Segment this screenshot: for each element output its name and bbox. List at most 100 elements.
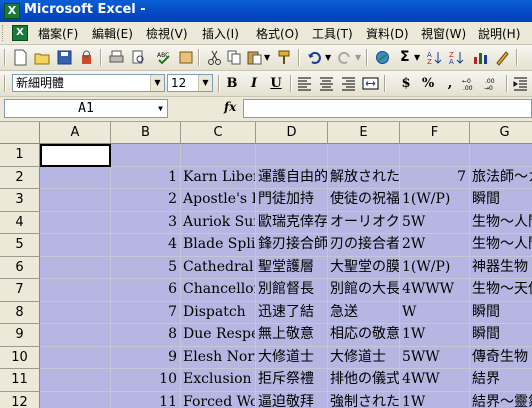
cell-F10[interactable]: 5WW bbox=[400, 346, 470, 369]
undo-dropdown-icon[interactable]: ▼ bbox=[325, 53, 331, 62]
cell-E10[interactable]: 大修道士 bbox=[328, 346, 400, 369]
column-header-G[interactable]: G bbox=[470, 122, 532, 144]
cell-B6[interactable]: 5 bbox=[111, 256, 181, 279]
sort-ascending-icon[interactable]: AZ bbox=[426, 49, 443, 66]
menu-insert[interactable]: 插入(I) bbox=[202, 25, 239, 42]
cell-B9[interactable]: 8 bbox=[111, 324, 181, 347]
spelling-icon[interactable]: ABC bbox=[156, 49, 173, 66]
menu-window[interactable]: 視窗(W) bbox=[421, 25, 466, 42]
cell-G11[interactable]: 結界 bbox=[470, 369, 532, 392]
row-header-4[interactable]: 4 bbox=[0, 211, 40, 234]
cell-A3[interactable] bbox=[40, 189, 111, 212]
font-size-select[interactable]: 12 ▼ bbox=[167, 74, 213, 92]
column-header-E[interactable]: E bbox=[328, 122, 400, 144]
align-center-icon[interactable] bbox=[318, 75, 335, 92]
row-header-1[interactable]: 1 bbox=[0, 144, 40, 167]
cell-B8[interactable]: 7 bbox=[111, 301, 181, 324]
cell-D5[interactable]: 鋒刃接合師 bbox=[256, 234, 328, 257]
cell-D6[interactable]: 聖堂護層 bbox=[256, 256, 328, 279]
cell-A11[interactable] bbox=[40, 369, 111, 392]
new-icon[interactable] bbox=[12, 49, 29, 66]
cell-D10[interactable]: 大修道士 bbox=[256, 346, 328, 369]
cell-A7[interactable] bbox=[40, 279, 111, 302]
cell-B11[interactable]: 10 bbox=[111, 369, 181, 392]
cell-G3[interactable]: 瞬間 bbox=[470, 189, 532, 212]
cell-F6[interactable]: 1(W/P) bbox=[400, 256, 470, 279]
cell-C3[interactable]: Apostle's Blessing bbox=[181, 189, 256, 212]
cell-B2[interactable]: 1 bbox=[111, 166, 181, 189]
cell-G12[interactable]: 結界～靈氣 bbox=[470, 391, 532, 408]
workbook-icon[interactable]: X bbox=[12, 25, 28, 41]
decrease-decimal-icon[interactable]: .00→0 bbox=[484, 75, 501, 92]
cell-E6[interactable]: 大聖堂の膜 bbox=[328, 256, 400, 279]
font-name-select[interactable]: 新細明體 ▼ bbox=[12, 74, 165, 92]
sort-descending-icon[interactable]: ZA bbox=[448, 49, 465, 66]
menu-file[interactable]: 檔案(F) bbox=[38, 25, 78, 42]
cell-D1[interactable] bbox=[256, 144, 328, 167]
column-header-C[interactable]: C bbox=[181, 122, 256, 144]
row-header-11[interactable]: 11 bbox=[0, 369, 40, 392]
cell-F12[interactable]: 1W bbox=[400, 391, 470, 408]
cell-A4[interactable] bbox=[40, 211, 111, 234]
print-preview-icon[interactable] bbox=[130, 49, 147, 66]
cell-E4[interactable]: オーリオクの太陽追い bbox=[328, 211, 400, 234]
cell-G2[interactable]: 旅法師～カーン bbox=[470, 166, 532, 189]
cell-A1[interactable] bbox=[40, 144, 111, 167]
cell-D3[interactable]: 門徒加持 bbox=[256, 189, 328, 212]
copy-icon[interactable] bbox=[226, 49, 243, 66]
insert-function-icon[interactable]: fx bbox=[224, 100, 236, 114]
cell-F2[interactable]: 7 bbox=[400, 166, 470, 189]
menu-data[interactable]: 資料(D) bbox=[366, 25, 409, 42]
research-icon[interactable] bbox=[178, 49, 195, 66]
cell-A2[interactable] bbox=[40, 166, 111, 189]
cell-C5[interactable]: Blade Splicer bbox=[181, 234, 256, 257]
cell-G7[interactable]: 生物～天使 bbox=[470, 279, 532, 302]
cell-E9[interactable]: 相応の敬意 bbox=[328, 324, 400, 347]
cell-A12[interactable] bbox=[40, 391, 111, 408]
name-box[interactable]: A1 ▼ bbox=[4, 99, 168, 118]
cell-D12[interactable]: 逼迫敬拜 bbox=[256, 391, 328, 408]
autosum-icon[interactable]: Σ bbox=[400, 49, 410, 65]
cell-F3[interactable]: 1(W/P) bbox=[400, 189, 470, 212]
cell-E2[interactable]: 解放されたカーン bbox=[328, 166, 400, 189]
cell-F4[interactable]: 5W bbox=[400, 211, 470, 234]
row-header-10[interactable]: 10 bbox=[0, 346, 40, 369]
column-header-A[interactable]: A bbox=[40, 122, 111, 144]
paste-icon[interactable] bbox=[246, 49, 263, 66]
align-right-icon[interactable] bbox=[340, 75, 357, 92]
row-header-8[interactable]: 8 bbox=[0, 301, 40, 324]
cell-D4[interactable]: 歐瑞克倖存者 bbox=[256, 211, 328, 234]
cell-G5[interactable]: 生物～人間 bbox=[470, 234, 532, 257]
currency-button[interactable]: $ bbox=[396, 75, 416, 92]
paste-dropdown-icon[interactable]: ▼ bbox=[264, 53, 270, 62]
cell-A9[interactable] bbox=[40, 324, 111, 347]
print-icon[interactable] bbox=[108, 49, 125, 66]
merge-center-icon[interactable] bbox=[362, 75, 379, 92]
chart-wizard-icon[interactable] bbox=[472, 49, 489, 66]
cell-C12[interactable]: Forced Worship bbox=[181, 391, 256, 408]
cell-B5[interactable]: 4 bbox=[111, 234, 181, 257]
cell-G9[interactable]: 瞬間 bbox=[470, 324, 532, 347]
select-all-button[interactable] bbox=[0, 122, 40, 144]
percent-button[interactable]: % bbox=[418, 75, 438, 92]
cell-G8[interactable]: 瞬間 bbox=[470, 301, 532, 324]
row-header-3[interactable]: 3 bbox=[0, 189, 40, 212]
cell-G10[interactable]: 傳奇生物 bbox=[470, 346, 532, 369]
align-left-icon[interactable] bbox=[296, 75, 313, 92]
cell-E1[interactable] bbox=[328, 144, 400, 167]
formula-input[interactable] bbox=[243, 99, 532, 118]
permission-icon[interactable] bbox=[78, 49, 95, 66]
cell-A10[interactable] bbox=[40, 346, 111, 369]
cell-C10[interactable]: Elesh Norn, Grand Cenobite bbox=[181, 346, 256, 369]
cell-B7[interactable]: 6 bbox=[111, 279, 181, 302]
save-icon[interactable] bbox=[56, 49, 73, 66]
cell-B12[interactable]: 11 bbox=[111, 391, 181, 408]
row-header-2[interactable]: 2 bbox=[0, 166, 40, 189]
drawing-icon[interactable] bbox=[494, 49, 511, 66]
format-painter-icon[interactable] bbox=[276, 49, 293, 66]
cut-icon[interactable] bbox=[206, 49, 223, 66]
cell-C9[interactable]: Due Respect bbox=[181, 324, 256, 347]
cell-E7[interactable]: 別館の大長 bbox=[328, 279, 400, 302]
cell-E11[interactable]: 排他の儀式 bbox=[328, 369, 400, 392]
cell-G1[interactable] bbox=[470, 144, 532, 167]
